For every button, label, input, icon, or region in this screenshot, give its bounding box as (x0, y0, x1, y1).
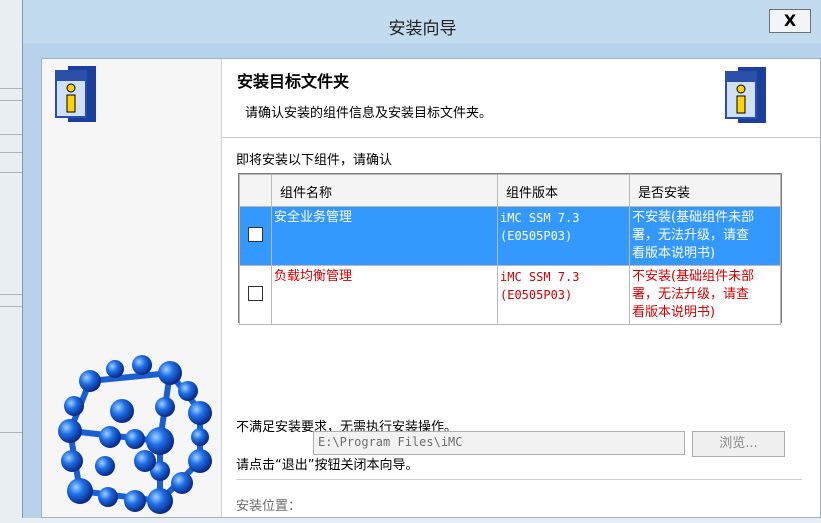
info-book-icon (724, 66, 768, 126)
install-checkbox[interactable] (248, 286, 263, 301)
component-name: 负载均衡管理 (274, 269, 353, 284)
background-line (0, 432, 22, 433)
background-line (0, 134, 22, 135)
component-version: iMC SSM 7.3 (E0505P03) (500, 211, 580, 243)
column-header-version[interactable]: 组件版本 (497, 174, 630, 207)
exit-instruction: 请点击“退出”按钮关闭本向导。 (236, 458, 419, 473)
background-line (0, 100, 22, 101)
background-line (0, 88, 22, 89)
title-bar[interactable]: 安装向导 X (23, 0, 821, 43)
molecule-cube-graphic (50, 351, 215, 519)
component-version: iMC SSM 7.3 (E0505P03) (500, 270, 580, 302)
column-header-install[interactable]: 是否安装 (629, 174, 781, 207)
background-line (0, 294, 22, 295)
page-title: 安装目标文件夹 (237, 72, 350, 91)
component-table[interactable]: 组件名称 组件版本 是否安装 安全业务管理 iMC SSM 7.3 (E0505P… (238, 173, 782, 325)
column-header-checkbox (239, 174, 272, 207)
page-subtitle: 请确认安装的组件信息及安装目标文件夹。 (245, 106, 493, 121)
install-location-label: 安装位置： (236, 499, 302, 514)
table-row[interactable]: 负载均衡管理 iMC SSM 7.3 (E0505P03) 不安装(基础组件未部署… (239, 265, 781, 325)
table-row[interactable]: 安全业务管理 iMC SSM 7.3 (E0505P03) 不安装(基础组件未部署… (239, 206, 781, 266)
table-header-row: 组件名称 组件版本 是否安装 (239, 174, 781, 207)
install-location-field[interactable]: E:\Program Files\iMC (313, 431, 685, 455)
wizard-side-panel (42, 59, 222, 517)
info-book-icon (54, 65, 98, 125)
background-line (0, 152, 22, 153)
install-status: 不安装(基础组件未部 署，无法升级，请查 看版本说明书) (632, 210, 755, 261)
install-wizard-dialog: 安装向导 X 安装目标文件夹 请确认安装的组件信息及安装目标文件夹。 即将安装以… (22, 0, 821, 518)
component-prompt: 即将安装以下组件，请确认 (236, 153, 393, 168)
component-name: 安全业务管理 (274, 210, 353, 225)
close-button[interactable]: X (769, 9, 811, 33)
install-checkbox[interactable] (248, 227, 263, 242)
browse-button[interactable]: 浏览... (692, 431, 785, 457)
background-line (0, 306, 22, 307)
window-title: 安装向导 (388, 19, 457, 39)
install-status: 不安装(基础组件未部 署，无法升级，请查 看版本说明书) (632, 269, 755, 320)
divider (236, 479, 802, 480)
background-line (0, 172, 22, 173)
column-header-name[interactable]: 组件名称 (271, 174, 498, 207)
wizard-header: 安装目标文件夹 请确认安装的组件信息及安装目标文件夹。 (222, 59, 820, 138)
